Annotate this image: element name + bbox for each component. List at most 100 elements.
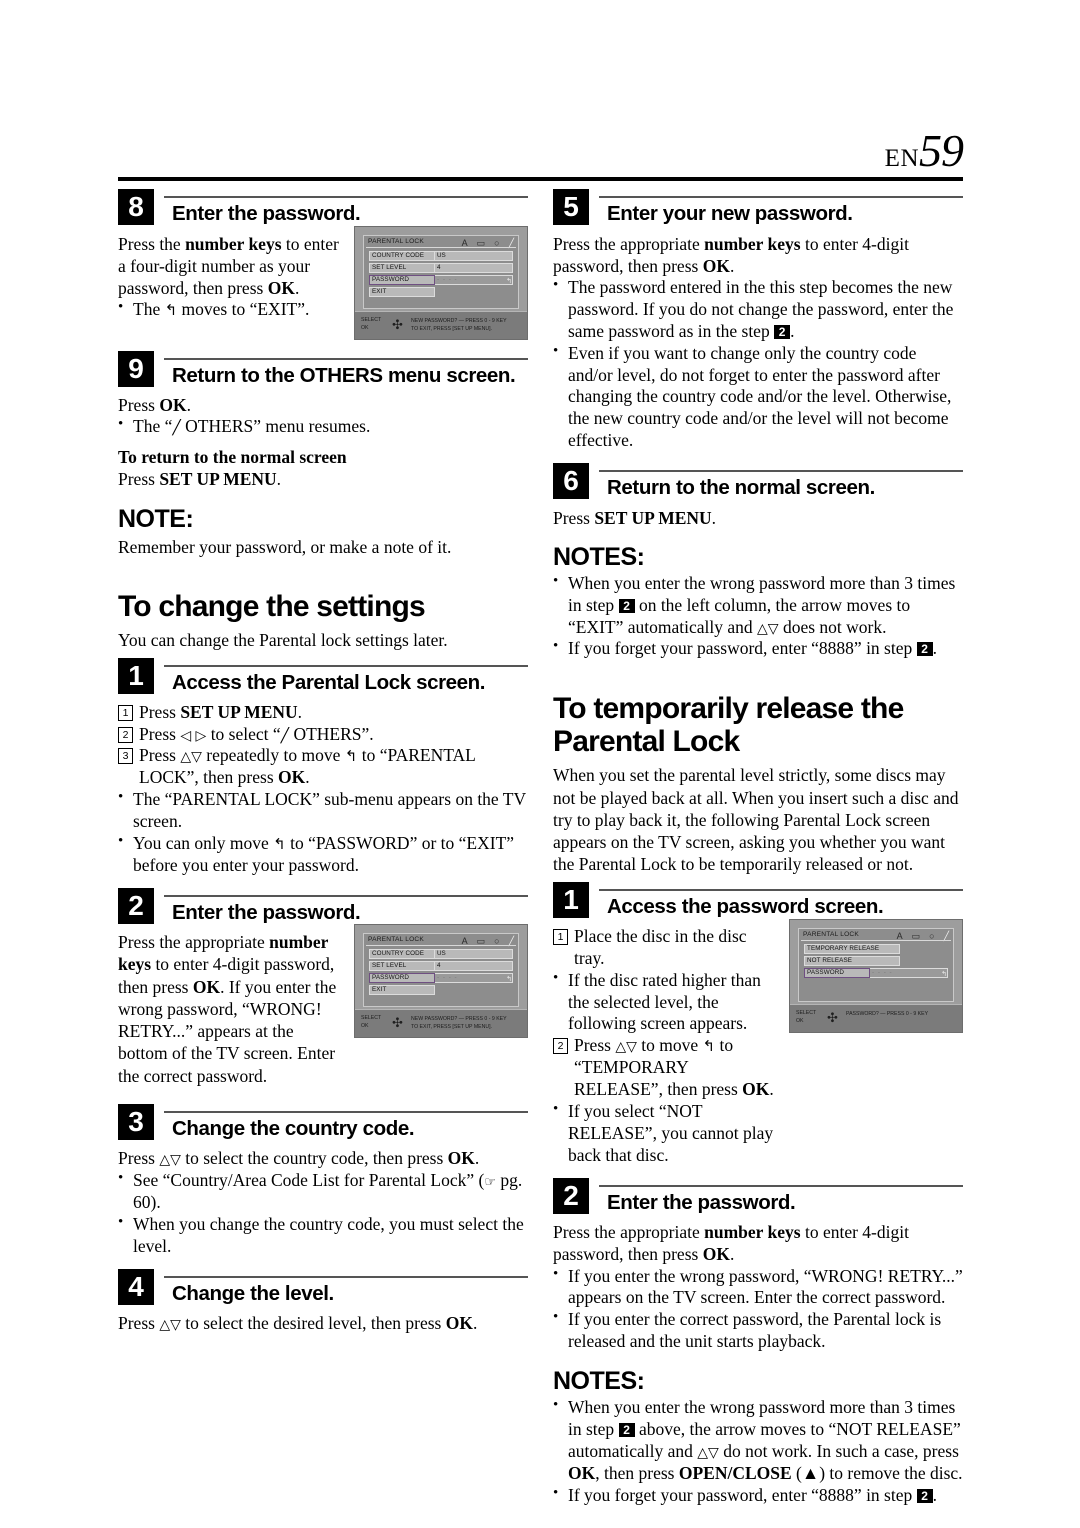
up-down-arrows-icon: △▽: [180, 749, 202, 766]
step-9-title: Return to the OTHERS menu screen.: [172, 363, 516, 387]
wrench-icon: ╱: [280, 727, 290, 744]
up-down-arrows-icon: △▽: [697, 1444, 719, 1461]
step-5-bullet-1: The password entered in the this step be…: [553, 276, 963, 343]
release2-bullet-1: If you enter the wrong password, “WRONG!…: [553, 1265, 963, 1310]
tv-bottom-bar-3: SELECT OK ✣ PASSWORD? — PRESS 0 - 9 KEY: [790, 1003, 962, 1032]
tv-hint-line2: TO EXIT, PRESS [SET UP MENU].: [411, 325, 493, 332]
step-2-release-badge: 2: [553, 1177, 589, 1214]
step-reference-badge: 2: [774, 324, 791, 339]
m1-oc: OPEN/CLOSE: [678, 1462, 792, 1483]
r2-bold: number keys: [704, 1222, 801, 1243]
r2-pre: Press the appropriate: [553, 1222, 705, 1243]
step-9-return-head: To return to the normal screen: [118, 447, 347, 468]
tv-row-exit[interactable]: EXIT: [369, 286, 513, 297]
m2a: If you forget your password, enter “8888…: [568, 1484, 917, 1505]
step-1-release-list: 1 Place the disc in the disc tray.: [553, 926, 777, 970]
tv-row-value: 4: [435, 262, 513, 273]
step-2-change-title: Enter the password.: [172, 900, 361, 924]
wrench-icon: ╱: [172, 420, 181, 437]
tv-inner-2: PARENTAL LOCK A ▭ ○ ╱ COUNTRY CODE US SE…: [363, 933, 519, 1008]
tv-row-set-level[interactable]: SET LEVEL 4: [369, 961, 513, 972]
tv-row-country-code[interactable]: COUNTRY CODE US: [369, 250, 513, 261]
s4-bold: OK: [445, 1313, 473, 1334]
step-2-change-text: Press the appropriate number keys to ent…: [118, 931, 342, 1087]
step-9-return-press: Press: [118, 469, 160, 490]
tv-row-password[interactable]: PASSWORD - - - - ↰: [369, 274, 513, 285]
tv-hint-line1: PASSWORD? — PRESS 0 - 9 KEY: [846, 1010, 929, 1017]
tv-row-country-code[interactable]: COUNTRY CODE US: [369, 949, 513, 960]
tv-titlebar-2: [366, 945, 516, 947]
s3-pre: Press: [118, 1148, 160, 1169]
step-6-badge: 6: [553, 463, 589, 499]
m2b: .: [932, 1484, 937, 1505]
tv-row-label: PASSWORD: [804, 967, 870, 978]
step-8-bullet-1: The ↰ moves to “EXIT”.: [118, 298, 342, 321]
step-3-bullet-2: When you change the country code, you mu…: [118, 1213, 528, 1258]
step-9-press-bold: OK: [159, 395, 187, 416]
step-4-change-title: Change the level.: [172, 1281, 334, 1305]
s5-bold2: OK: [702, 255, 730, 276]
step-6-text: Press SET UP MENU.: [553, 507, 963, 529]
dpad-icon-2: ✣: [392, 1015, 403, 1031]
item3-pre: Press: [139, 745, 181, 766]
tv-row-label: PASSWORD: [369, 973, 435, 984]
tv-title-1: PARENTAL LOCK: [368, 237, 424, 245]
tv-screen-temporary-release: PARENTAL LOCK A ▭ ○ ╱ TEMPORARY RELEASE: [789, 918, 963, 1033]
tv-titlebar-3: [801, 939, 951, 941]
eject-icon: ▲: [801, 1462, 820, 1483]
step-3-change-title: Change the country code.: [172, 1116, 415, 1140]
s6-pre: Press: [553, 507, 595, 528]
tv-row-value: - - - -: [435, 973, 513, 984]
step-9: 9 Return to the OTHERS menu screen. Pres…: [118, 350, 528, 558]
item3-bold: OK: [278, 767, 306, 788]
tv-row-exit[interactable]: EXIT: [369, 985, 513, 996]
up-down-arrows-icon: △▽: [159, 1317, 181, 1334]
tv-row-password[interactable]: PASSWORD - - - - ↰: [804, 967, 948, 978]
step-1-release-badge: 1: [553, 882, 589, 919]
left-note-title: NOTE:: [118, 504, 194, 533]
tv-row-set-level[interactable]: SET LEVEL 4: [369, 262, 513, 273]
tv-row-value: - - - -: [435, 274, 513, 285]
r1-bold: OK: [742, 1079, 770, 1100]
tv-row-label: EXIT: [369, 286, 435, 297]
step-5-text: Press the appropriate number keys to ent…: [553, 233, 963, 452]
step-5-title: Enter your new password.: [607, 202, 853, 225]
n1c: does not work.: [778, 616, 887, 637]
step-8-p1-bold2: OK: [267, 278, 295, 298]
right-note-1: When you enter the wrong password more t…: [553, 572, 963, 639]
m1-ok: OK: [568, 1462, 596, 1483]
release2-bullet-2: If you enter the correct password, the P…: [553, 1308, 963, 1353]
step-reference-badge: 2: [618, 598, 635, 613]
tv-row-label: SET LEVEL: [369, 961, 435, 972]
right-notes-title-1: NOTES:: [553, 542, 645, 571]
step-3-bullets: See “Country/Area Code List for Parental…: [118, 1169, 528, 1258]
right-column: 5 Enter your new password. Press the app…: [553, 189, 963, 1510]
tv-row-password[interactable]: PASSWORD - - - - ↰: [369, 973, 513, 984]
tv-row-not-release[interactable]: NOT RELEASE: [804, 955, 948, 966]
tv-row-temporary-release[interactable]: TEMPORARY RELEASE: [804, 943, 948, 954]
step-8-title: Enter the password.: [172, 202, 361, 225]
step-9-bullet-1: The “╱ OTHERS” menu resumes.: [118, 415, 528, 438]
list-item: 1 Press SET UP MENU.: [118, 702, 528, 724]
step-9-bullet-1-pre: The “: [133, 416, 173, 437]
step-1-release-list-2: 2 Press △▽ to move ↰ to “TEMPORARY RELEAS…: [553, 1035, 777, 1101]
tv-title-2: PARENTAL LOCK: [368, 936, 424, 944]
s3-mid: to select the country code, then press: [180, 1148, 448, 1169]
s2-bold2: OK: [192, 976, 221, 997]
up-down-arrows-icon: △▽: [159, 1152, 181, 1169]
page-header: EN59: [118, 128, 964, 181]
b2-pre: You can only move: [133, 832, 274, 853]
s4-end: .: [472, 1313, 478, 1334]
release-bullet-2: If you select “NOT RELEASE”, you cannot …: [553, 1100, 777, 1167]
m1f: ) to remove the disc.: [819, 1462, 963, 1483]
step-9-return-bold: SET UP MENU: [159, 469, 277, 490]
right-note-4: If you forget your password, enter “8888…: [553, 1484, 963, 1507]
step-8-p1-end: .: [294, 278, 300, 298]
left-right-arrows-icon: ◁ ▷: [180, 727, 207, 744]
item2-pre: Press: [139, 723, 181, 744]
tv-hint-line1: NEW PASSWORD? — PRESS 0 - 9 KEY: [411, 317, 507, 324]
list-item: 1 Place the disc in the disc tray.: [553, 926, 777, 970]
step-6-title: Return to the normal screen.: [607, 476, 875, 499]
right-note-3: When you enter the wrong password more t…: [553, 1396, 963, 1485]
dpad-icon-3: ✣: [827, 1009, 838, 1025]
